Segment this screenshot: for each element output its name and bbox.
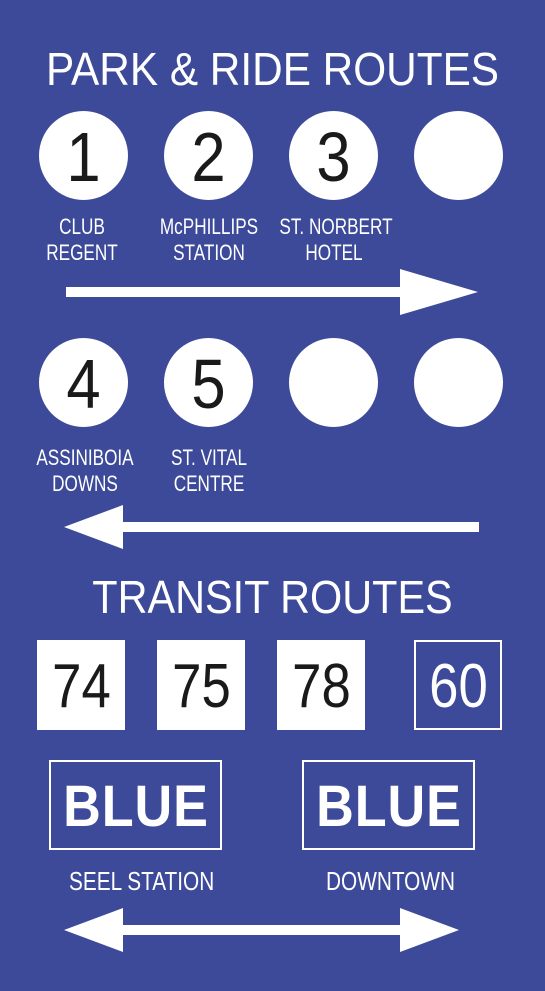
route-74-box: 74 (37, 640, 125, 730)
transit-routes-title: TRANSIT ROUTES (92, 571, 453, 623)
label-line: CLUB (59, 214, 105, 239)
route-number: 75 (171, 652, 231, 721)
route-number: 60 (428, 652, 488, 721)
label-line: ASSINIBOIA (36, 445, 134, 470)
park-and-ride-sign: PARK & RIDE ROUTES 1 2 3 CLUB REGENT McP… (0, 0, 545, 991)
blank-route-circle (414, 111, 503, 200)
route-60-box: 60 (414, 640, 502, 730)
route-number: 3 (316, 117, 351, 196)
route-75-box: 75 (157, 640, 245, 730)
label-line: DOWNS (52, 471, 118, 496)
route-number: 74 (51, 652, 111, 721)
route-number: 2 (191, 117, 226, 196)
route-number: 78 (291, 652, 351, 721)
left-arrow-icon (64, 505, 479, 549)
label-line: ST. VITAL (171, 445, 247, 470)
double-arrow-icon (64, 908, 459, 952)
route-number: 1 (66, 117, 101, 196)
label-line: McPHILLIPS (159, 214, 259, 239)
route-78-box: 78 (277, 640, 365, 730)
destination-seel-station: SEEL STATION (69, 866, 215, 896)
label-line: ST. NORBERT (279, 214, 393, 239)
stop-label-st-norbert-hotel: ST. NORBERT HOTEL (279, 214, 393, 266)
blank-route-circle (289, 338, 378, 427)
route-number: 4 (66, 344, 101, 423)
route-number: 5 (191, 344, 226, 423)
stop-label-club-regent: CLUB REGENT (27, 214, 136, 266)
stop-label-assiniboia-downs: ASSINIBOIA DOWNS (30, 445, 139, 497)
blue-line-right-box: BLUE (302, 760, 475, 850)
park-and-ride-title: PARK & RIDE ROUTES (45, 43, 500, 95)
route-2-circle: 2 (164, 111, 253, 200)
blank-route-circle (414, 338, 503, 427)
route-3-circle: 3 (289, 111, 378, 200)
blue-line-left-box: BLUE (49, 760, 222, 850)
stop-label-mcphillips-station: McPHILLIPS STATION (154, 214, 263, 266)
route-1-circle: 1 (39, 111, 128, 200)
blue-line-label: BLUE (62, 774, 209, 839)
route-5-circle: 5 (164, 338, 253, 427)
stop-label-st-vital-centre: ST. VITAL CENTRE (154, 445, 263, 497)
right-arrow-icon (66, 269, 478, 315)
route-4-circle: 4 (39, 338, 128, 427)
blue-line-label: BLUE (315, 774, 462, 839)
label-line: CENTRE (173, 471, 245, 496)
destination-downtown: DOWNTOWN (326, 866, 456, 896)
